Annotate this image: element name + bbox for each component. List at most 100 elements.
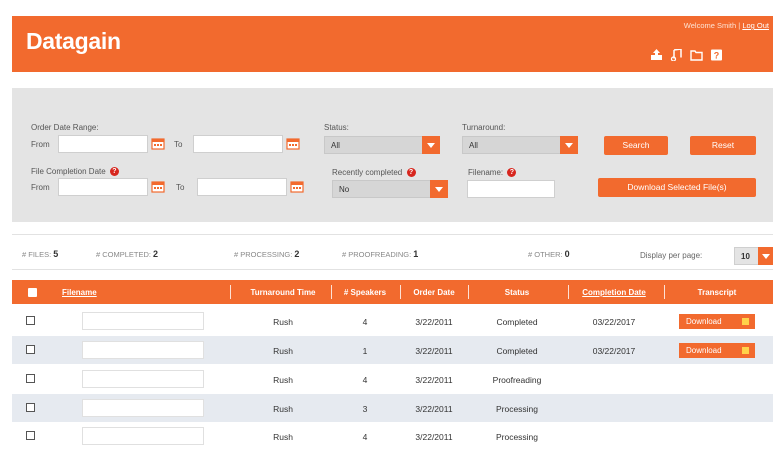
status-cell: Completed bbox=[496, 346, 538, 356]
turnaround-cell: Rush bbox=[273, 317, 293, 327]
calendar-icon[interactable] bbox=[290, 180, 304, 193]
welcome-text: Welcome Smith | bbox=[683, 21, 741, 30]
to-label: To bbox=[174, 140, 183, 149]
help-icon[interactable]: ? bbox=[406, 168, 416, 178]
row-checkbox[interactable] bbox=[26, 431, 35, 440]
help-icon[interactable]: ? bbox=[109, 167, 119, 177]
header-divider bbox=[230, 285, 231, 299]
column-header-transcript: Transcript bbox=[697, 288, 737, 297]
turnaround-label: Turnaround: bbox=[462, 123, 506, 132]
table-row: Rush 4 3/22/2011 Completed 03/22/2017 Do… bbox=[12, 307, 773, 335]
completion-date-cell: 03/22/2017 bbox=[592, 317, 636, 327]
completed-stat: # COMPLETED: 2 bbox=[96, 249, 158, 259]
per-page-select[interactable]: 10 bbox=[734, 247, 773, 265]
welcome-bar: Welcome Smith | Log Out bbox=[684, 21, 769, 30]
download-button[interactable]: Download bbox=[679, 314, 755, 329]
calendar-icon[interactable] bbox=[151, 180, 165, 193]
speakers-cell: 4 bbox=[362, 432, 368, 442]
proofreading-stat: # PROOFREADING: 1 bbox=[342, 249, 418, 259]
recently-completed-text: Recently completed bbox=[332, 168, 403, 177]
stats-bar: # FILES: 5 # COMPLETED: 2 # PROCESSING: 2 #… bbox=[12, 234, 773, 270]
display-per-page-label: Display per page: bbox=[640, 251, 703, 260]
download-icon bbox=[742, 318, 749, 325]
chevron-down-icon[interactable] bbox=[422, 136, 440, 154]
header-divider bbox=[664, 285, 665, 299]
status-value: All bbox=[331, 141, 340, 150]
filename-cell[interactable] bbox=[82, 370, 204, 388]
to2-label: To bbox=[176, 183, 185, 192]
proofreading-label: # PROOFREADING: bbox=[342, 250, 412, 259]
recently-completed-label: Recently completed ? bbox=[332, 168, 416, 178]
order-date-range-label: Order Date Range: bbox=[31, 123, 99, 132]
header-divider bbox=[568, 285, 569, 299]
filename-cell[interactable] bbox=[82, 312, 204, 330]
row-checkbox[interactable] bbox=[26, 374, 35, 383]
status-cell: Processing bbox=[495, 432, 539, 442]
order-date-cell: 3/22/2011 bbox=[415, 346, 453, 356]
from-label: From bbox=[31, 140, 50, 149]
speakers-cell: 4 bbox=[362, 375, 368, 385]
other-stat: # OTHER: 0 bbox=[528, 249, 570, 259]
row-checkbox[interactable] bbox=[26, 316, 35, 325]
column-header-completion-date[interactable]: Completion Date bbox=[572, 288, 656, 297]
search-button[interactable]: Search bbox=[604, 136, 668, 155]
turnaround-cell: Rush bbox=[273, 404, 293, 414]
svg-text:?: ? bbox=[714, 51, 720, 61]
header-divider bbox=[468, 285, 469, 299]
table-row: Rush 1 3/22/2011 Completed 03/22/2017 Do… bbox=[12, 336, 773, 364]
filename-cell[interactable] bbox=[82, 427, 204, 445]
header-divider bbox=[400, 285, 401, 299]
filename-cell[interactable] bbox=[82, 399, 204, 417]
files-label: # FILES: bbox=[22, 250, 52, 259]
folder-icon[interactable] bbox=[690, 49, 703, 61]
status-select[interactable]: All bbox=[324, 136, 440, 154]
column-header-turnaround: Turnaround Time bbox=[250, 288, 316, 297]
music-note-icon[interactable] bbox=[670, 49, 683, 61]
filename-input[interactable] bbox=[467, 180, 555, 198]
table-row: Rush 4 3/22/2011 Processing bbox=[12, 422, 773, 450]
completion-date-cell: 03/22/2017 bbox=[592, 346, 636, 356]
filename-label: Filename: ? bbox=[468, 168, 517, 178]
column-header-order-date: Order Date bbox=[413, 288, 455, 297]
recently-completed-value: No bbox=[339, 185, 350, 194]
download-label: Download bbox=[686, 317, 722, 326]
reset-button[interactable]: Reset bbox=[690, 136, 756, 155]
chevron-down-icon[interactable] bbox=[430, 180, 448, 198]
upload-icon[interactable] bbox=[650, 49, 663, 61]
turnaround-cell: Rush bbox=[273, 375, 293, 385]
app-header: Datagain Welcome Smith | Log Out ? bbox=[12, 16, 773, 72]
help-icon[interactable]: ? bbox=[710, 49, 723, 61]
table-row: Rush 3 3/22/2011 Processing bbox=[12, 394, 773, 422]
recently-completed-select[interactable]: No bbox=[332, 180, 448, 198]
row-checkbox[interactable] bbox=[26, 345, 35, 354]
download-icon bbox=[742, 347, 749, 354]
column-header-filename[interactable]: Filename bbox=[62, 288, 97, 297]
chevron-down-icon[interactable] bbox=[758, 247, 773, 265]
turnaround-cell: Rush bbox=[273, 432, 293, 442]
status-label: Status: bbox=[324, 123, 349, 132]
calendar-icon[interactable] bbox=[151, 137, 165, 150]
help-icon[interactable]: ? bbox=[507, 168, 517, 178]
download-button[interactable]: Download bbox=[679, 343, 755, 358]
status-cell: Proofreading bbox=[492, 375, 542, 385]
calendar-icon[interactable] bbox=[286, 137, 300, 150]
processing-count: 2 bbox=[294, 249, 300, 259]
logout-link[interactable]: Log Out bbox=[742, 21, 769, 30]
order-date-from-input[interactable] bbox=[58, 135, 148, 153]
completion-from-input[interactable] bbox=[58, 178, 148, 196]
row-checkbox[interactable] bbox=[26, 403, 35, 412]
order-date-cell: 3/22/2011 bbox=[415, 375, 453, 385]
from2-label: From bbox=[31, 183, 50, 192]
completion-to-input[interactable] bbox=[197, 178, 287, 196]
select-all-checkbox[interactable] bbox=[28, 288, 37, 297]
download-selected-button[interactable]: Download Selected File(s) bbox=[598, 178, 756, 197]
speakers-cell: 1 bbox=[362, 346, 368, 356]
column-header-status: Status bbox=[504, 288, 530, 297]
filename-text: Filename: bbox=[468, 168, 504, 177]
processing-label: # PROCESSING: bbox=[234, 250, 293, 259]
chevron-down-icon[interactable] bbox=[560, 136, 578, 154]
filename-cell[interactable] bbox=[82, 341, 204, 359]
turnaround-select[interactable]: All bbox=[462, 136, 578, 154]
datagain-logo[interactable]: Datagain bbox=[26, 28, 121, 55]
order-date-to-input[interactable] bbox=[193, 135, 283, 153]
